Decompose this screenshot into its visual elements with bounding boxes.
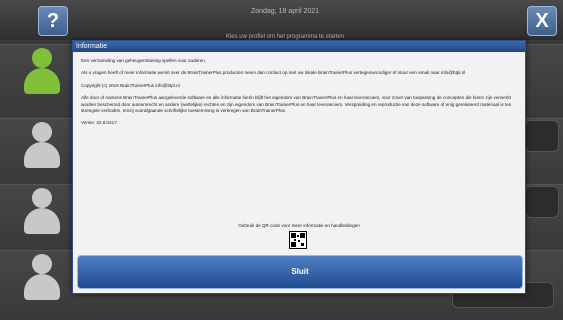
dialog-body: Een verzameling van geheugentraining spe… (81, 58, 517, 133)
license-text: Alle door of namens BrainTrainerPlus aan… (81, 95, 512, 114)
help-button[interactable]: ? (38, 6, 68, 36)
version-text: Versie: 22.9.0417 (81, 120, 117, 126)
info-dialog: Informatie Een verzameling van geheugent… (72, 40, 526, 294)
profile-avatar-icon[interactable] (20, 120, 64, 172)
info-paragraph: Als u vragen heeft of meer informatie we… (81, 70, 466, 76)
profile-avatar-icon[interactable] (20, 46, 64, 98)
profile-avatar-icon[interactable] (20, 186, 64, 238)
close-dialog-button[interactable]: Sluit (77, 255, 523, 289)
exit-button[interactable]: X (527, 6, 557, 36)
qr-code-icon (289, 231, 307, 249)
profile-tile (525, 186, 559, 218)
info-paragraph: Een verzameling van geheugentraining spe… (81, 58, 207, 63)
dialog-title: Informatie (73, 41, 525, 52)
profile-avatar-icon[interactable] (20, 252, 64, 304)
date-title: Zondag, 18 april 2021 (250, 8, 320, 15)
copyright-text: Copyright (c) 2016 BrainTrainerPlus info… (81, 82, 180, 88)
profile-tile (525, 120, 559, 152)
qr-caption: Gebruik de QR code voor meer informatie … (238, 223, 360, 228)
